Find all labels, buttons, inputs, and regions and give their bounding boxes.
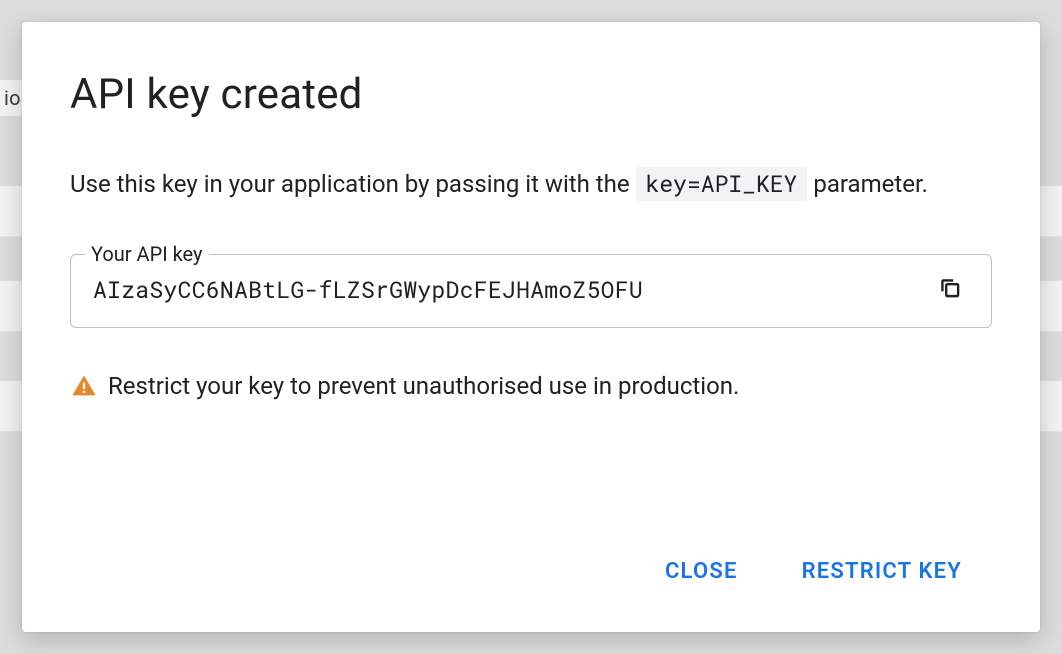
instruction-code-snippet: key=API_KEY: [636, 167, 808, 201]
warning-icon: [70, 372, 98, 400]
dialog-title: API key created: [70, 70, 992, 119]
api-key-value[interactable]: AIzaSyCC6NABtLG-fLZSrGWypDcFEJHAmoZ5OFU: [93, 275, 931, 305]
close-button[interactable]: CLOSE: [661, 551, 742, 592]
dialog-spacer: [70, 400, 992, 551]
api-key-field-label: Your API key: [85, 242, 209, 266]
page-background: io API key created Use this key in your …: [0, 0, 1062, 654]
copy-api-key-button[interactable]: [931, 271, 969, 309]
api-key-field: Your API key AIzaSyCC6NABtLG-fLZSrGWypDc…: [70, 254, 992, 328]
restrict-key-warning: Restrict your key to prevent unauthorise…: [70, 372, 992, 400]
copy-icon: [937, 275, 963, 304]
dialog-instruction: Use this key in your application by pass…: [70, 167, 992, 202]
warning-text: Restrict your key to prevent unauthorise…: [108, 372, 739, 400]
instruction-prefix: Use this key in your application by pass…: [70, 170, 636, 198]
api-key-created-dialog: API key created Use this key in your app…: [22, 22, 1040, 632]
dialog-actions: CLOSE RESTRICT KEY: [70, 551, 992, 596]
instruction-suffix: parameter.: [813, 170, 928, 198]
restrict-key-button[interactable]: RESTRICT KEY: [798, 551, 966, 592]
